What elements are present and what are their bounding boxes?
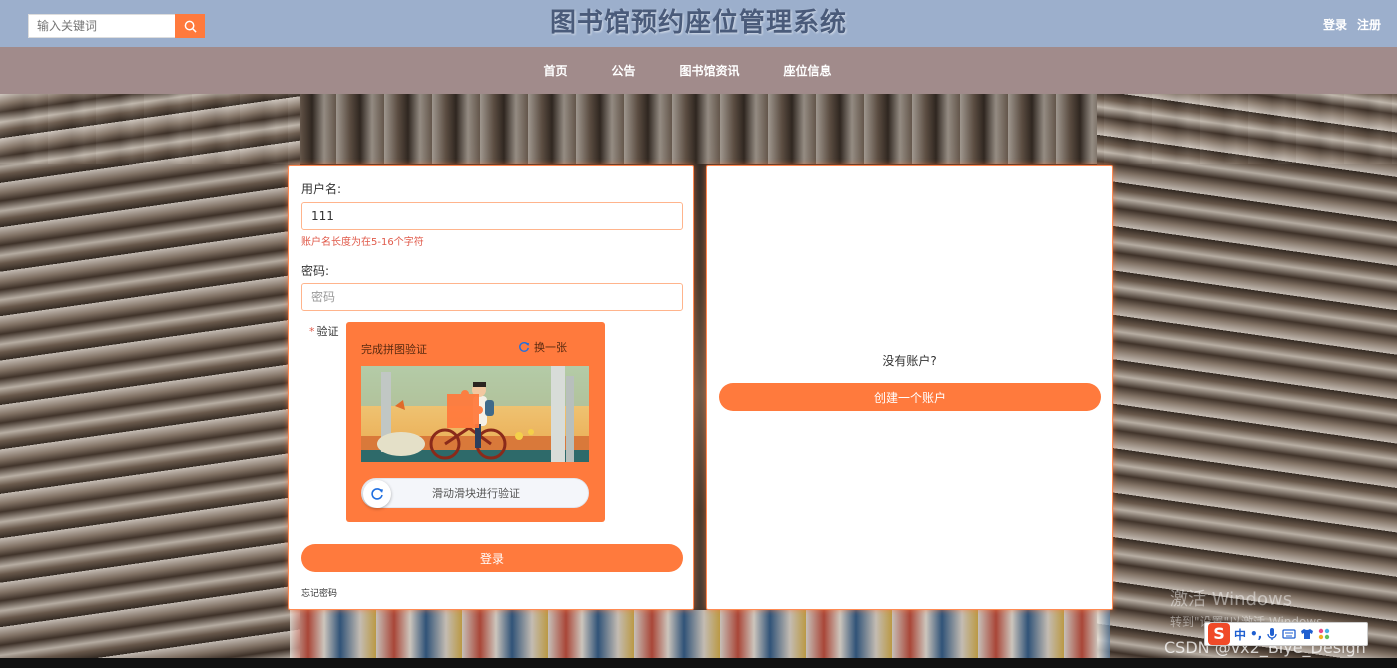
username-error: 账户名长度为在5-16个字符 — [301, 237, 424, 248]
captcha-refresh-label: 换一张 — [534, 341, 567, 354]
password-input[interactable] — [301, 283, 683, 311]
toolbox-grid-icon[interactable] — [1318, 628, 1330, 640]
search-input[interactable] — [28, 14, 175, 38]
username-input[interactable] — [301, 202, 683, 230]
captcha-illustration — [361, 366, 589, 462]
nav-item-library-news[interactable]: 图书馆资讯 — [680, 62, 740, 79]
username-label: 用户名: — [301, 182, 342, 196]
verify-label: * 验证 — [309, 323, 339, 339]
verify-label-text: 验证 — [316, 325, 339, 338]
create-account-button[interactable]: 创建一个账户 — [719, 383, 1101, 411]
main-nav: 首页 公告 图书馆资讯 座位信息 — [0, 47, 1397, 94]
refresh-icon — [519, 341, 530, 352]
site-title: 图书馆预约座位管理系统 — [549, 8, 847, 38]
password-label: 密码: — [301, 264, 330, 278]
register-panel: 没有账户? 创建一个账户 — [706, 165, 1113, 610]
login-button[interactable]: 登录 — [301, 544, 683, 572]
search-button[interactable] — [175, 14, 205, 38]
watermark-title: 激活 Windows — [1170, 589, 1293, 610]
microphone-icon[interactable] — [1266, 627, 1278, 641]
ime-mode-label[interactable]: 中 — [1234, 626, 1246, 643]
bookshelf-left — [0, 94, 300, 668]
top-bar: 图书馆预约座位管理系统 登录 注册 — [0, 0, 1397, 47]
keyboard-icon[interactable] — [1282, 628, 1296, 640]
captcha-title: 完成拼图验证 — [361, 343, 427, 356]
nav-item-seat-info[interactable]: 座位信息 — [784, 62, 832, 79]
slider-hint: 滑动滑块进行验证 — [432, 487, 520, 500]
captcha-panel: 完成拼图验证 换一张 滑动滑块进行验证 — [346, 322, 605, 522]
captcha-refresh-button[interactable]: 换一张 — [518, 339, 567, 355]
ime-toolbar[interactable]: S 中 •, — [1204, 622, 1368, 646]
sogou-logo-icon: S — [1208, 623, 1230, 645]
bottom-strip — [0, 658, 1397, 668]
register-link[interactable]: 注册 — [1357, 16, 1381, 33]
library-background — [0, 94, 1397, 668]
nav-item-home[interactable]: 首页 — [543, 62, 567, 79]
nav-item-notice[interactable]: 公告 — [611, 62, 635, 79]
captcha-slider-handle[interactable] — [363, 480, 391, 508]
no-account-text: 没有账户? — [882, 354, 937, 368]
ime-punct-label[interactable]: •, — [1250, 627, 1262, 641]
required-mark: * — [309, 325, 315, 338]
captcha-image — [361, 366, 589, 462]
skin-shirt-icon[interactable] — [1300, 628, 1314, 640]
login-link[interactable]: 登录 — [1323, 16, 1347, 33]
captcha-slider-track: 滑动滑块进行验证 — [361, 478, 589, 508]
search-box — [28, 14, 205, 38]
refresh-icon — [371, 488, 383, 500]
bookshelf-right — [1097, 94, 1397, 668]
search-icon — [184, 20, 197, 33]
forgot-password-link[interactable]: 忘记密码 — [301, 586, 337, 599]
login-panel: 用户名: 账户名长度为在5-16个字符 密码: *验证 完成拼图验证 换一张 — [288, 165, 694, 610]
auth-links: 登录 注册 — [1323, 16, 1381, 33]
